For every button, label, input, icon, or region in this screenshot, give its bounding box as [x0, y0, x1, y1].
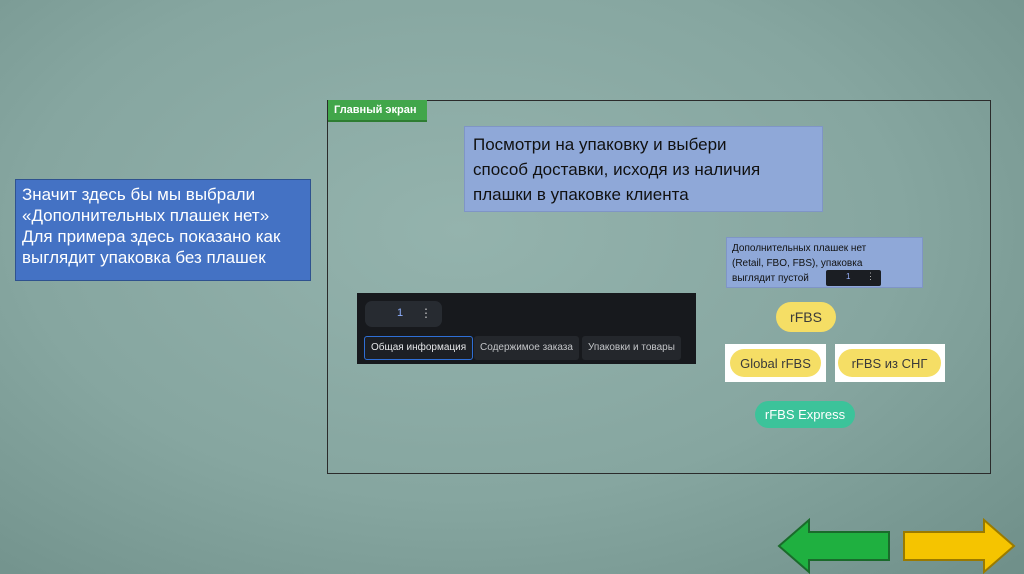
rfbs-express-badge[interactable]: rFBS Express [755, 401, 855, 428]
empty-package-preview: 1 ⋮ [826, 270, 881, 286]
instruction-line: Посмотри на упаковку и выбери [473, 135, 727, 154]
more-vertical-icon: ⋮ [866, 271, 875, 281]
global-rfbs-badge[interactable]: Global rFBS [730, 349, 821, 377]
arrow-left-icon[interactable] [777, 518, 891, 574]
tab-packages-and-goods[interactable]: Упаковки и товары [582, 336, 681, 360]
frame-title: Главный экран [328, 100, 427, 122]
package-counter[interactable]: 1 ⋮ [365, 301, 442, 327]
explanation-line: выглядит упаковка без плашек [22, 248, 266, 267]
instruction-line: способ доставки, исходя из наличия [473, 160, 761, 179]
rfbs-sng-badge[interactable]: rFBS из СНГ [838, 349, 941, 377]
option-line: выглядит пустой [732, 273, 809, 284]
more-vertical-icon[interactable]: ⋮ [420, 306, 432, 320]
instruction-line: плашки в упаковке клиента [473, 185, 689, 204]
rfbs-badge[interactable]: rFBS [776, 302, 836, 332]
option-line: (Retail, FBO, FBS), упаковка [732, 258, 863, 269]
explanation-note: Значит здесь бы мы выбрали «Дополнительн… [15, 179, 311, 281]
package-number: 1 [846, 272, 851, 281]
tab-order-contents[interactable]: Содержимое заказа [474, 336, 579, 360]
option-line: Дополнительных плашек нет [732, 243, 867, 254]
arrow-right-icon[interactable] [902, 518, 1016, 574]
explanation-line: Значит здесь бы мы выбрали [22, 185, 256, 204]
package-panel: 1 ⋮ Общая информация Содержимое заказа У… [357, 293, 696, 364]
instruction-box: Посмотри на упаковку и выбери способ дос… [464, 126, 823, 212]
no-extra-labels-option[interactable]: Дополнительных плашек нет (Retail, FBO, … [726, 237, 923, 288]
explanation-line: «Дополнительных плашек нет» [22, 206, 270, 225]
explanation-line: Для примера здесь показано как [22, 227, 281, 246]
package-number: 1 [397, 307, 404, 319]
tab-general-info[interactable]: Общая информация [364, 336, 474, 360]
